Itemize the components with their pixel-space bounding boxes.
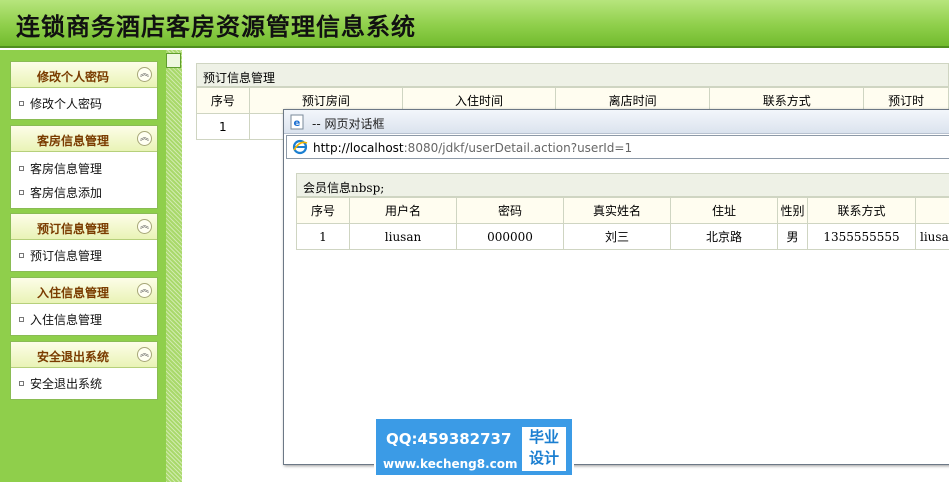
web-dialog: e -- 网页对话框 http://localhost:8080/jdkf/us… [283,109,949,465]
sidebar-item-room-manage[interactable]: 客房信息管理 [11,156,157,180]
table-row: 1 liusan 000000 刘三 北京路 男 1355555555 lius… [296,223,949,250]
table-cell: 男 [777,223,808,250]
sidebar-item-logout[interactable]: 安全退出系统 [11,368,157,399]
sidebar-item-label: 预订信息管理 [30,249,103,263]
panel-title: 入住信息管理 [36,286,109,300]
panel-checkin: 入住信息管理 ︽ 入住信息管理 [10,277,158,336]
panel-header[interactable]: 客房信息管理 ︽ [11,126,157,152]
table-cell: 北京路 [670,223,778,250]
panel-title: 安全退出系统 [36,350,109,364]
table-cell: 刘三 [563,223,671,250]
member-table: 序号 用户名 密码 真实姓名 住址 性别 联系方式 1 liusan 00000… [296,197,949,250]
bullet-icon [19,165,24,171]
panel-header[interactable]: 修改个人密码 ︽ [11,62,157,88]
collapse-icon[interactable]: ︽ [137,67,152,82]
sidebar-item-label: 安全退出系统 [30,377,103,391]
app-title: 连锁商务酒店客房资源管理信息系统 [16,12,416,41]
panel-header[interactable]: 安全退出系统 ︽ [11,342,157,368]
bullet-icon [19,253,24,258]
bullet-icon [19,189,24,195]
ie-icon [292,139,308,155]
address-host: http://localhost [313,141,404,155]
address-path: :8080/jdkf/userDetail.action?userId=1 [403,141,633,155]
collapse-icon[interactable]: ︽ [137,283,152,298]
panel-password: 修改个人密码 ︽ 修改个人密码 [10,61,158,120]
dialog-title: -- 网页对话框 [312,117,385,131]
sidebar-splitter[interactable] [166,50,182,482]
column-header [914,197,949,224]
sidebar-item-label: 入住信息管理 [30,313,103,327]
badge-line: 毕业 [528,428,559,446]
table-cell: liusan [914,223,949,250]
bullet-icon [19,381,24,386]
panel-title: 客房信息管理 [36,134,109,148]
table-cell: 1 [296,223,350,250]
sidebar-item-label: 客房信息管理 [30,161,103,176]
column-header: 序号 [296,197,350,224]
dialog-address-bar[interactable]: http://localhost:8080/jdkf/userDetail.ac… [286,135,949,159]
watermark-banner: QQ:459382737 www.kecheng8.com 毕业 设计 [374,417,574,477]
panel-title: 预订信息管理 [36,222,109,236]
column-header: 真实姓名 [563,197,671,224]
column-header: 密码 [456,197,564,224]
watermark-qq: QQ:459382737 [386,430,512,448]
collapse-icon[interactable]: ︽ [137,219,152,234]
sidebar-item-label: 修改个人密码 [30,97,103,111]
bullet-icon [19,317,24,322]
column-header: 性别 [777,197,808,224]
sidebar-item-label: 客房信息添加 [30,185,103,200]
table-cell: 1355555555 [807,223,916,250]
section-title: 预订信息管理 [196,63,949,87]
column-header: 住址 [670,197,778,224]
member-section-title: 会员信息nbsp; [296,173,949,197]
sidebar-item-change-password[interactable]: 修改个人密码 [11,88,157,119]
badge-line: 设计 [528,449,559,467]
collapse-icon[interactable]: ︽ [137,347,152,362]
bullet-icon [19,101,24,106]
svg-text:e: e [294,118,301,129]
column-header: 序号 [196,87,250,114]
column-header: 用户名 [349,197,457,224]
column-header: 联系方式 [807,197,916,224]
sidebar-item-room-add[interactable]: 客房信息添加 [11,180,157,204]
watermark-badge: 毕业 设计 [522,427,566,471]
address-url: http://localhost:8080/jdkf/userDetail.ac… [313,141,632,155]
app-header: 连锁商务酒店客房资源管理信息系统 [0,0,949,48]
panel-booking: 预订信息管理 ︽ 预订信息管理 [10,213,158,272]
table-header-row: 序号 用户名 密码 真实姓名 住址 性别 联系方式 [296,197,949,224]
splitter-toggle-button[interactable] [166,53,181,68]
panel-logout: 安全退出系统 ︽ 安全退出系统 [10,341,158,400]
panel-header[interactable]: 入住信息管理 ︽ [11,278,157,304]
sidebar-item-booking-manage[interactable]: 预订信息管理 [11,240,157,271]
watermark-site: www.kecheng8.com [383,457,518,471]
table-cell: 1 [196,113,250,140]
sidebar-item-checkin-manage[interactable]: 入住信息管理 [11,304,157,335]
collapse-icon[interactable]: ︽ [137,131,152,146]
panel-room-info: 客房信息管理 ︽ 客房信息管理 客房信息添加 [10,125,158,209]
ie-page-icon: e [290,114,304,130]
table-cell: liusan [349,223,457,250]
panel-header[interactable]: 预订信息管理 ︽ [11,214,157,240]
table-cell: 000000 [456,223,564,250]
panel-title: 修改个人密码 [36,70,109,84]
dialog-titlebar[interactable]: e -- 网页对话框 [284,110,949,134]
